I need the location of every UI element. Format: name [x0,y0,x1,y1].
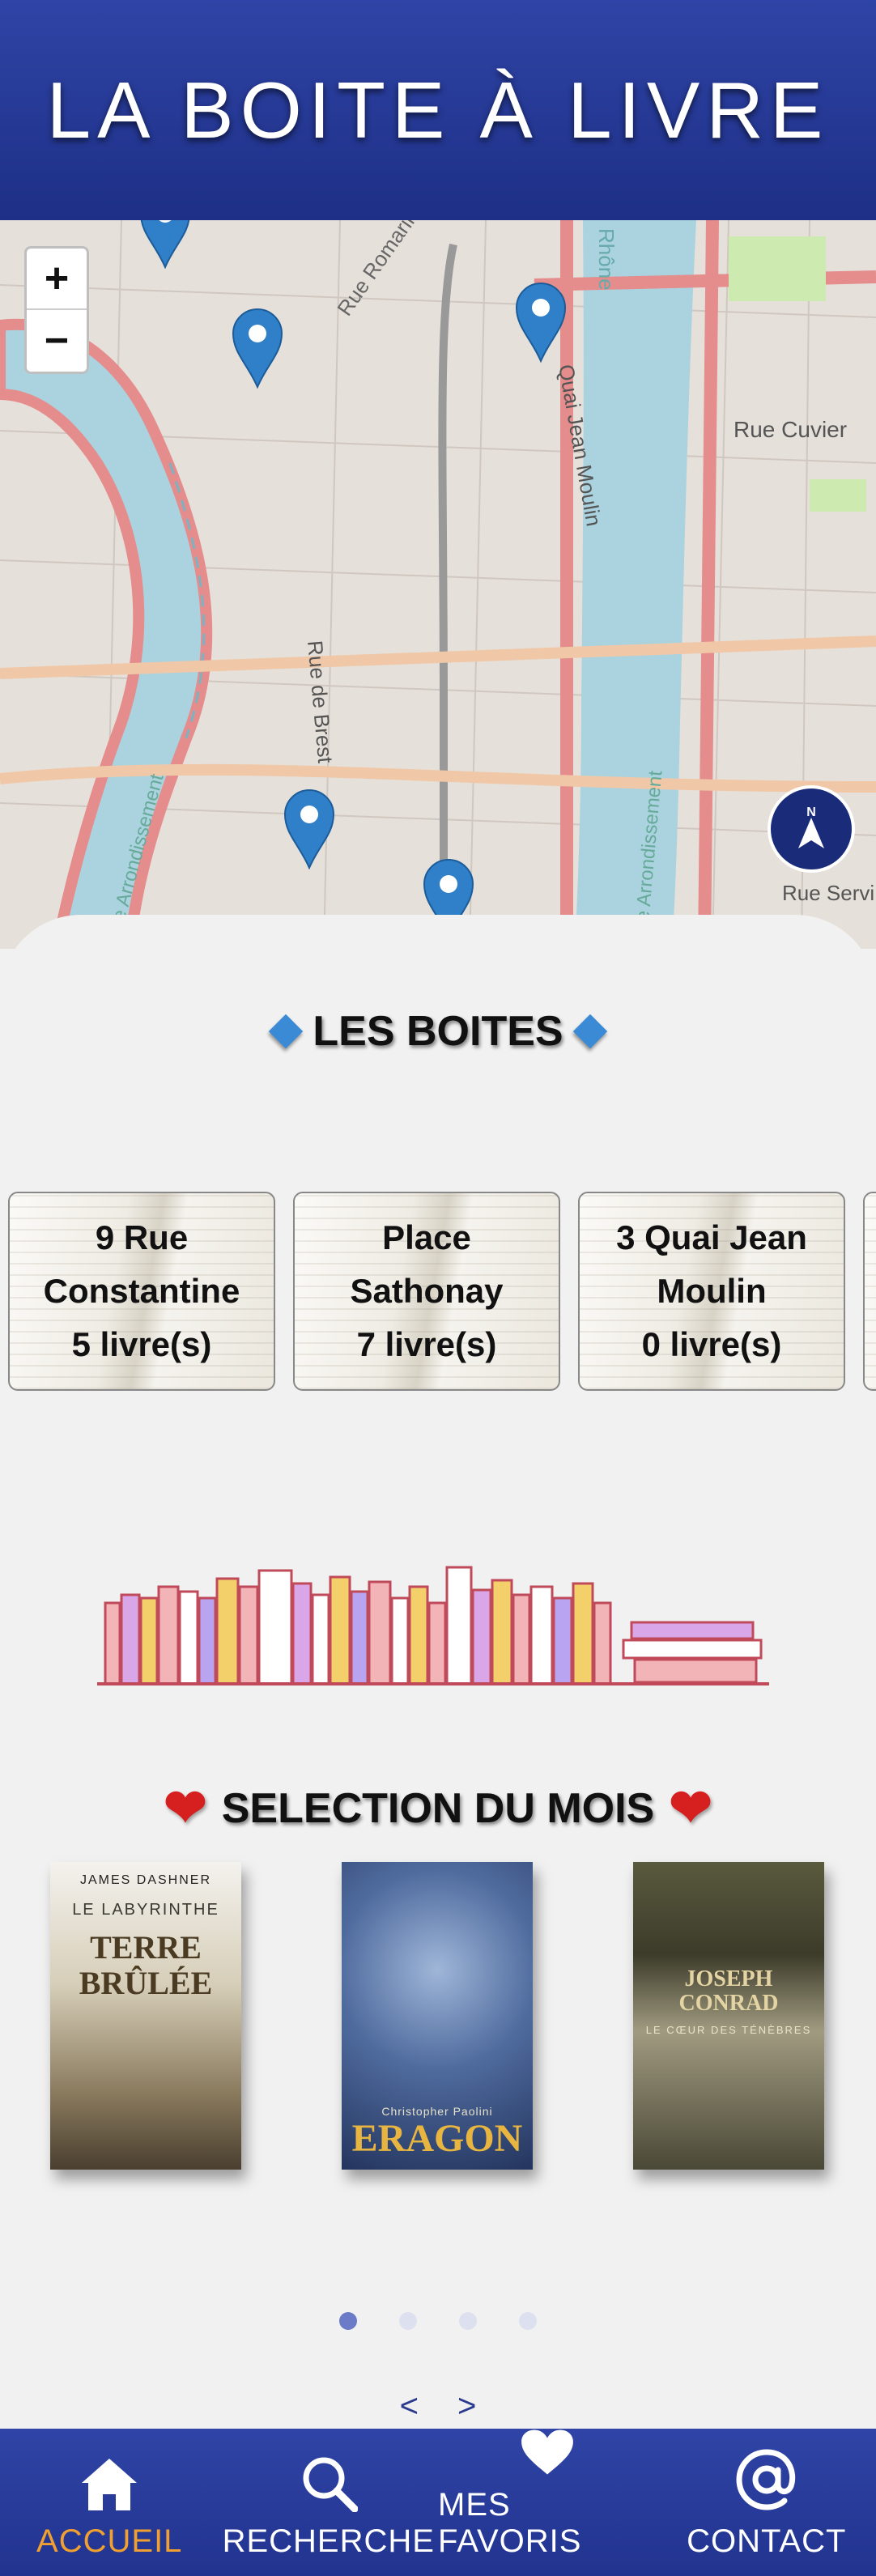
book-cover[interactable]: JOSEPH CONRAD LE CŒUR DES TÉNÈBRES [633,1862,824,2170]
app-title: LA BOITE À LIVRE [46,65,830,155]
book-author: JAMES DASHNER [79,1873,212,1887]
selection-section-title: ❤ SELECTION DU MOIS ❤ [0,1778,876,1838]
app-header: LA BOITE À LIVRE [0,0,876,220]
map-marker[interactable] [232,308,283,389]
carousel-prev-button[interactable]: < [400,2388,419,2425]
carousel-dot[interactable] [399,2312,417,2330]
carousel-dot[interactable] [519,2312,537,2330]
book-title: ERAGON [351,2117,523,2160]
box-card[interactable]: 9 Rue Constantine 5 livre(s) [8,1192,275,1391]
home-icon [82,2459,138,2510]
box-card[interactable] [863,1192,876,1391]
nav-label: CONTACT [687,2523,847,2559]
box-book-count: 5 livre(s) [71,1325,212,1363]
book-author: Christopher Paolini [381,2105,493,2118]
svg-text:Rue Servi: Rue Servi [782,881,874,905]
nav-label: ACCUEIL [36,2523,183,2559]
box-book-count: 0 livre(s) [641,1325,782,1363]
heart-icon: ❤ [164,1779,207,1837]
book-title: TERRE BRÛLÉE [79,1929,213,2001]
zoom-in-button[interactable]: + [27,249,87,310]
book-author: JOSEPH CONRAD [678,1966,779,2016]
bookshelf-illustration [97,1566,769,1685]
book-title: LE LABYRINTHE [72,1901,219,1919]
compass-button[interactable]: N [768,785,855,873]
svg-text:N: N [806,806,816,819]
nav-label: RECHERCHE [222,2523,435,2559]
nav-item-accueil[interactable]: ACCUEIL [0,2429,219,2576]
svg-text:Rue Cuvier: Rue Cuvier [734,417,847,442]
box-name: Sathonay [350,1272,504,1310]
zoom-control: + − [24,246,89,374]
map-marker[interactable] [515,282,567,363]
book-cover[interactable]: Christopher Paolini ERAGON [342,1862,533,2170]
compass-icon: N [798,806,824,848]
nav-label: MES FAVORIS [438,2487,582,2559]
nav-item-recherche[interactable]: RECHERCHE [219,2429,439,2576]
book-title: LE CŒUR DES TÉNÈBRES [645,2024,812,2036]
carousel-dot[interactable] [339,2312,357,2330]
map-marker[interactable] [139,220,191,269]
carousel-pagination [0,2312,876,2330]
carousel-arrows: < > [0,2388,876,2425]
box-name: Place [382,1218,471,1256]
search-icon [303,2457,358,2512]
boxes-title-text: LES BOITES [313,1008,563,1055]
carousel-dot[interactable] [459,2312,477,2330]
diamond-icon [572,1014,607,1049]
boxes-carousel[interactable]: 9 Rue Constantine 5 livre(s) Place Satho… [8,1192,876,1394]
box-card[interactable]: Place Sathonay 7 livre(s) [293,1192,560,1391]
selection-title-text: SELECTION DU MOIS [221,1784,655,1832]
box-name: Constantine [43,1272,240,1310]
zoom-out-button[interactable]: − [27,310,87,372]
box-name: 3 Quai Jean [616,1218,807,1256]
svg-text:Rhône: Rhône [594,228,619,291]
heart-icon [521,2429,574,2475]
bottom-nav: ACCUEIL RECHERCHE MES FAVORIS CONTACT [0,2429,876,2576]
box-book-count: 7 livre(s) [356,1325,497,1363]
book-cover[interactable]: JAMES DASHNER LE LABYRINTHE TERRE BRÛLÉE [50,1862,241,2170]
carousel-next-button[interactable]: > [457,2388,476,2425]
book-carousel[interactable]: JAMES DASHNER LE LABYRINTHE TERRE BRÛLÉE… [0,1862,876,2186]
at-icon [736,2449,795,2510]
nav-item-contact[interactable]: CONTACT [657,2429,876,2576]
diamond-icon [269,1014,304,1049]
box-name: Moulin [657,1272,767,1310]
boxes-section-title: LES BOITES [0,1007,876,1056]
map-tiles: Rue Romarin Quai Jean Moulin Rue Cuvier … [0,220,876,949]
map[interactable]: Rue Romarin Quai Jean Moulin Rue Cuvier … [0,220,876,949]
nav-item-favoris[interactable]: MES FAVORIS [438,2429,657,2576]
heart-icon: ❤ [669,1779,712,1837]
box-name: 9 Rue [95,1218,189,1256]
map-marker[interactable] [283,789,335,869]
box-card[interactable]: 3 Quai Jean Moulin 0 livre(s) [578,1192,845,1391]
